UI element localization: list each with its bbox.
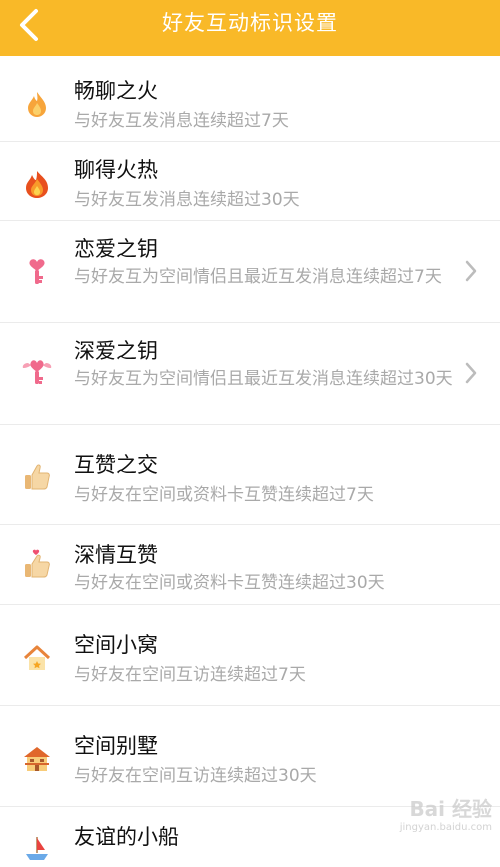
item-description: 与好友互为空间情侣且最近互发消息连续超过30天 [74,369,453,389]
thumbs-up-icon [25,464,50,490]
list-item-deep-likes[interactable]: 深情互赞 与好友在空间或资料卡互赞连续超过30天 [0,525,500,605]
watermark-logo: Bai 经验 [409,797,492,821]
item-title: 空间小窝 [74,633,158,657]
list-item-love-key[interactable]: 恋爱之钥 与好友互为空间情侣且最近互发消息连续超过7天 [0,221,500,323]
thumbs-up-heart-icon [25,549,50,578]
watermark-url: jingyan.baidu.com [399,822,492,833]
item-title: 畅聊之火 [74,79,158,103]
winged-heart-key-icon [22,360,52,384]
big-flame-icon [26,171,48,198]
item-title: 互赞之交 [74,453,158,477]
villa-icon [24,747,50,771]
watermark: Bai 经验 jingyan.baidu.com [400,793,492,833]
item-description: 与好友在空间或资料卡互赞连续超过30天 [74,573,385,593]
item-title: 深爱之钥 [74,339,158,363]
item-description: 与好友互发消息连续超过7天 [74,111,289,131]
item-description: 与好友在空间互访连续超过7天 [74,665,306,685]
list-item-hot-chat[interactable]: 聊得火热 与好友互发消息连续超过30天 [0,142,500,221]
chevron-right-icon [465,362,477,384]
item-title: 空间别墅 [74,734,158,758]
small-house-icon [23,645,51,670]
boat-icon [26,837,48,860]
small-flame-icon [28,92,46,117]
chevron-right-icon [465,260,477,282]
page-title: 好友互动标识设置 [162,11,338,35]
item-title: 深情互赞 [74,543,158,567]
item-description: 与好友互为空间情侣且最近互发消息连续超过7天 [74,267,442,287]
item-title: 聊得火热 [74,158,158,182]
item-description: 与好友互发消息连续超过30天 [74,190,300,210]
heart-key-icon [29,259,45,284]
interaction-badge-list: 畅聊之火 与好友互发消息连续超过7天 聊得火热 与好友互发消息连续超过30天 恋… [0,63,500,867]
item-title: 恋爱之钥 [74,237,158,261]
list-item-space-nest[interactable]: 空间小窝 与好友在空间互访连续超过7天 [0,605,500,706]
list-item-space-villa[interactable]: 空间别墅 与好友在空间互访连续超过30天 [0,706,500,807]
list-item-deep-love-key[interactable]: 深爱之钥 与好友互为空间情侣且最近互发消息连续超过30天 [0,323,500,425]
item-title: 友谊的小船 [74,825,179,849]
item-description: 与好友在空间互访连续超过30天 [74,766,317,786]
list-item-chat-fire[interactable]: 畅聊之火 与好友互发消息连续超过7天 [0,63,500,142]
top-bar: 好友互动标识设置 [0,0,500,56]
list-item-mutual-likes[interactable]: 互赞之交 与好友在空间或资料卡互赞连续超过7天 [0,425,500,525]
item-description: 与好友在空间或资料卡互赞连续超过7天 [74,485,374,505]
